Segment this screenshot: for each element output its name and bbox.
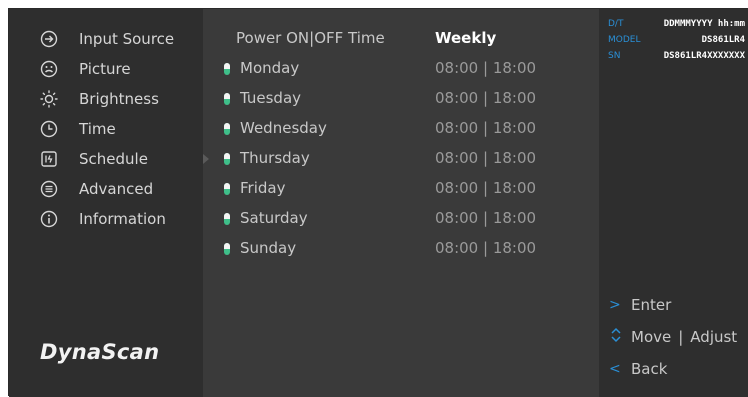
sidebar-item-schedule[interactable]: Schedule xyxy=(39,148,199,170)
time-value: 08:00 | 18:00 xyxy=(435,179,537,197)
schedule-row-thursday[interactable]: Thursday 08:00 | 18:00 xyxy=(203,148,599,170)
schedule-row-friday[interactable]: Friday 08:00 | 18:00 xyxy=(203,178,599,200)
enabled-indicator-icon xyxy=(224,63,230,75)
sidebar-item-label: Advanced xyxy=(79,180,154,198)
sidebar-item-brightness[interactable]: Brightness xyxy=(39,88,199,110)
sidebar-item-advanced[interactable]: Advanced xyxy=(39,178,199,200)
datetime-value: DDMMMYYYY hh:mm xyxy=(663,19,745,29)
back-hint-label: Back xyxy=(631,360,668,378)
sidebar-item-picture[interactable]: Picture xyxy=(39,58,199,80)
enabled-indicator-icon xyxy=(224,153,230,165)
schedule-row-monday[interactable]: Monday 08:00 | 18:00 xyxy=(203,58,599,80)
picture-icon xyxy=(39,59,59,79)
sidebar-item-label: Brightness xyxy=(79,90,159,108)
chevron-right-icon: > xyxy=(609,297,621,313)
device-info-panel: D/T DDMMMYYYY hh:mm MODEL DS861LR4 SN DS… xyxy=(599,9,748,397)
enabled-indicator-icon xyxy=(224,213,230,225)
datetime-label: D/T xyxy=(608,19,624,29)
enabled-indicator-icon xyxy=(224,93,230,105)
sidebar-item-label: Information xyxy=(79,210,166,228)
schedule-row-wednesday[interactable]: Wednesday 08:00 | 18:00 xyxy=(203,118,599,140)
input-source-icon xyxy=(39,29,59,49)
power-on-off-time-label: Power ON|OFF Time xyxy=(236,29,385,47)
time-value: 08:00 | 18:00 xyxy=(435,119,537,137)
sidebar-item-input-source[interactable]: Input Source xyxy=(39,28,199,50)
sidebar-item-label: Input Source xyxy=(79,30,175,48)
advanced-icon xyxy=(39,179,59,199)
sidebar-item-time[interactable]: Time xyxy=(39,118,199,140)
schedule-row-tuesday[interactable]: Tuesday 08:00 | 18:00 xyxy=(203,88,599,110)
enabled-indicator-icon xyxy=(224,183,230,195)
up-down-chevron-icon xyxy=(609,326,631,348)
sidebar: Input Source Picture Brightness Time Sch… xyxy=(9,9,203,397)
time-value: 08:00 | 18:00 xyxy=(435,149,537,167)
hint-separator: | xyxy=(678,328,684,346)
sidebar-item-label: Schedule xyxy=(79,150,148,168)
chevron-left-icon: < xyxy=(609,361,621,377)
schedule-row-sunday[interactable]: Sunday 08:00 | 18:00 xyxy=(203,238,599,260)
day-label: Friday xyxy=(240,179,286,197)
day-label: Wednesday xyxy=(240,119,327,137)
enter-hint-label: Enter xyxy=(631,296,672,314)
serial-value: DS861LR4XXXXXXX xyxy=(663,51,745,61)
enabled-indicator-icon xyxy=(224,123,230,135)
model-value: DS861LR4 xyxy=(701,35,745,45)
enter-hint: > Enter xyxy=(609,295,671,315)
day-label: Monday xyxy=(240,59,300,77)
day-label: Tuesday xyxy=(240,89,302,107)
time-value: 08:00 | 18:00 xyxy=(435,59,537,77)
sidebar-item-information[interactable]: Information xyxy=(39,208,199,230)
day-label: Thursday xyxy=(240,149,310,167)
day-label: Saturday xyxy=(240,209,308,227)
dynascan-logo: DynaScan xyxy=(40,340,160,364)
serial-label: SN xyxy=(608,51,621,61)
move-adjust-hint: Move | Adjust xyxy=(609,327,737,347)
time-value: 08:00 | 18:00 xyxy=(435,209,537,227)
schedule-row-saturday[interactable]: Saturday 08:00 | 18:00 xyxy=(203,208,599,230)
day-label: Sunday xyxy=(240,239,297,257)
sidebar-item-label: Time xyxy=(79,120,116,138)
sidebar-item-label: Picture xyxy=(79,60,131,78)
clock-icon xyxy=(39,119,59,139)
serial-row: SN DS861LR4XXXXXXX xyxy=(608,51,745,65)
schedule-mode-value[interactable]: Weekly xyxy=(435,29,496,47)
time-value: 08:00 | 18:00 xyxy=(435,239,537,257)
osd-menu: Input Source Picture Brightness Time Sch… xyxy=(8,8,748,397)
model-row: MODEL DS861LR4 xyxy=(608,35,745,49)
back-hint: < Back xyxy=(609,359,667,379)
datetime-row: D/T DDMMMYYYY hh:mm xyxy=(608,19,745,33)
enabled-indicator-icon xyxy=(224,243,230,255)
move-hint-label: Move xyxy=(631,328,672,346)
schedule-panel: Power ON|OFF Time Weekly Monday 08:00 | … xyxy=(203,9,599,397)
adjust-hint-label: Adjust xyxy=(690,328,738,346)
brightness-icon xyxy=(39,89,59,109)
info-icon xyxy=(39,209,59,229)
model-label: MODEL xyxy=(608,35,641,45)
time-value: 08:00 | 18:00 xyxy=(435,89,537,107)
schedule-icon xyxy=(39,149,59,169)
